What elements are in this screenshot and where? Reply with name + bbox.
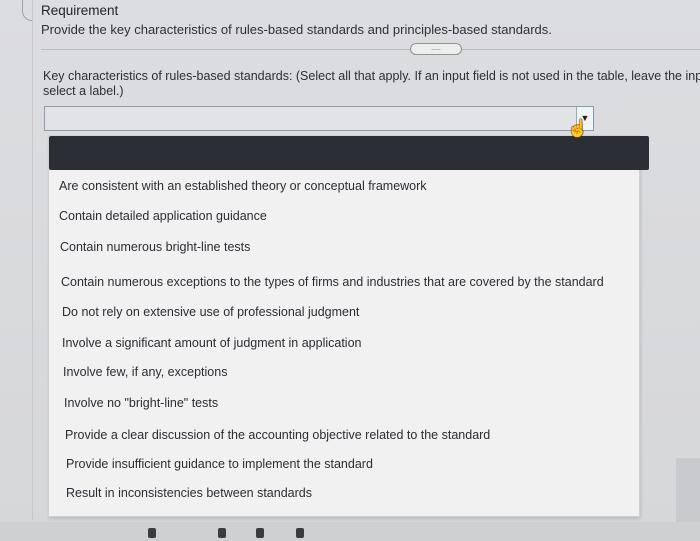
dropdown-option[interactable]: Contain detailed application guidance [59, 209, 267, 223]
dropdown-option[interactable]: Provide insufficient guidance to impleme… [66, 457, 373, 471]
dropdown-option[interactable]: Are consistent with an established theor… [59, 179, 427, 193]
dropdown-option[interactable]: Contain numerous bright-line tests [60, 240, 250, 254]
dropdown-option[interactable]: Provide a clear discussion of the accoun… [65, 428, 490, 442]
dropdown-option[interactable]: Do not rely on extensive use of professi… [62, 305, 359, 319]
bottom-partial-icon [148, 528, 156, 538]
left-vertical-rule [32, 0, 33, 520]
question-prompt: Key characteristics of rules-based stand… [43, 69, 700, 99]
dropdown-option[interactable]: Involve few, if any, exceptions [63, 365, 227, 379]
dropdown-list: Are consistent with an established theor… [48, 135, 649, 517]
dropdown-highlighted-blank-option[interactable] [49, 136, 649, 170]
dropdown-option[interactable]: Result in inconsistencies between standa… [66, 486, 312, 500]
dropdown-option[interactable]: Involve no "bright-line" tests [64, 396, 218, 410]
section-divider [41, 49, 700, 50]
dropdown-option[interactable]: Involve a significant amount of judgment… [62, 336, 362, 350]
bottom-partial-icon [256, 528, 264, 538]
bottom-partial-icon [296, 528, 304, 538]
requirement-text: Provide the key characteristics of rules… [41, 22, 552, 37]
dropdown-option[interactable]: Contain numerous exceptions to the types… [61, 275, 604, 289]
question-line-2: select a label.) [43, 84, 124, 98]
answer-select[interactable]: ▼ [44, 106, 594, 131]
bottom-partial-icon [218, 528, 226, 538]
bottom-taskbar-strip [0, 522, 700, 541]
hand-pointer-icon: ☝ [567, 119, 589, 138]
question-line-1: Key characteristics of rules-based stand… [43, 69, 700, 83]
expand-handle-button[interactable]: ..... [410, 43, 462, 55]
requirement-title: Requirement [41, 3, 119, 18]
